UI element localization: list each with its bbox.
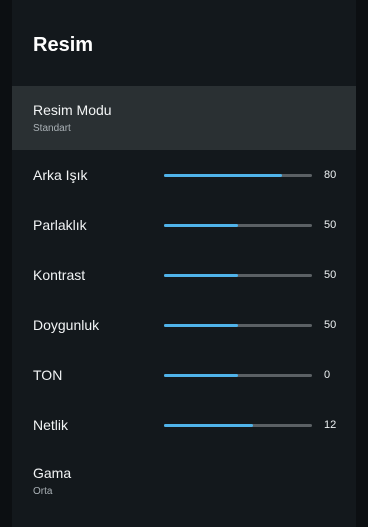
backlight-slider-fill	[164, 173, 283, 177]
sharpness-value: 12	[324, 419, 337, 431]
backlight-label: Arka Işık	[33, 167, 88, 183]
contrast-slider-track[interactable]	[164, 273, 312, 277]
saturation-slider-fill	[164, 323, 238, 327]
backlight-slider-track[interactable]	[164, 173, 312, 177]
contrast-value: 50	[324, 269, 337, 281]
tint-value: 0	[324, 369, 331, 381]
sharpness-slider-item[interactable]: Netlik 12	[12, 400, 356, 450]
backlight-slider-item[interactable]: Arka Işık 80	[12, 150, 356, 200]
picture-settings-panel: Resim Resim Modu Standart Arka Işık 80 P…	[12, 0, 356, 527]
sharpness-slider-track[interactable]	[164, 423, 312, 427]
tint-slider-fill	[164, 373, 238, 377]
gamma-item[interactable]: Gama Orta	[12, 450, 356, 512]
backlight-value: 80	[324, 169, 337, 181]
panel-header: Resim	[12, 0, 356, 86]
sharpness-label: Netlik	[33, 417, 69, 433]
gamma-value: Orta	[33, 486, 53, 497]
picture-mode-label: Resim Modu	[33, 102, 112, 118]
brightness-slider-item[interactable]: Parlaklık 50	[12, 200, 356, 250]
saturation-value: 50	[324, 319, 337, 331]
sharpness-slider-fill	[164, 423, 253, 427]
saturation-label: Doygunluk	[33, 317, 100, 333]
brightness-slider-fill	[164, 223, 238, 227]
picture-mode-value: Standart	[33, 123, 71, 134]
contrast-slider-item[interactable]: Kontrast 50	[12, 250, 356, 300]
gamma-label: Gama	[33, 465, 72, 481]
brightness-slider-track[interactable]	[164, 223, 312, 227]
saturation-slider-track[interactable]	[164, 323, 312, 327]
page-title: Resim	[33, 33, 94, 56]
tint-slider-track[interactable]	[164, 373, 312, 377]
tint-label: TON	[33, 367, 63, 383]
picture-mode-item[interactable]: Resim Modu Standart	[12, 86, 356, 150]
brightness-value: 50	[324, 219, 337, 231]
contrast-slider-fill	[164, 273, 238, 277]
brightness-label: Parlaklık	[33, 217, 87, 233]
saturation-slider-item[interactable]: Doygunluk 50	[12, 300, 356, 350]
tint-slider-item[interactable]: TON 0	[12, 350, 356, 400]
contrast-label: Kontrast	[33, 267, 86, 283]
